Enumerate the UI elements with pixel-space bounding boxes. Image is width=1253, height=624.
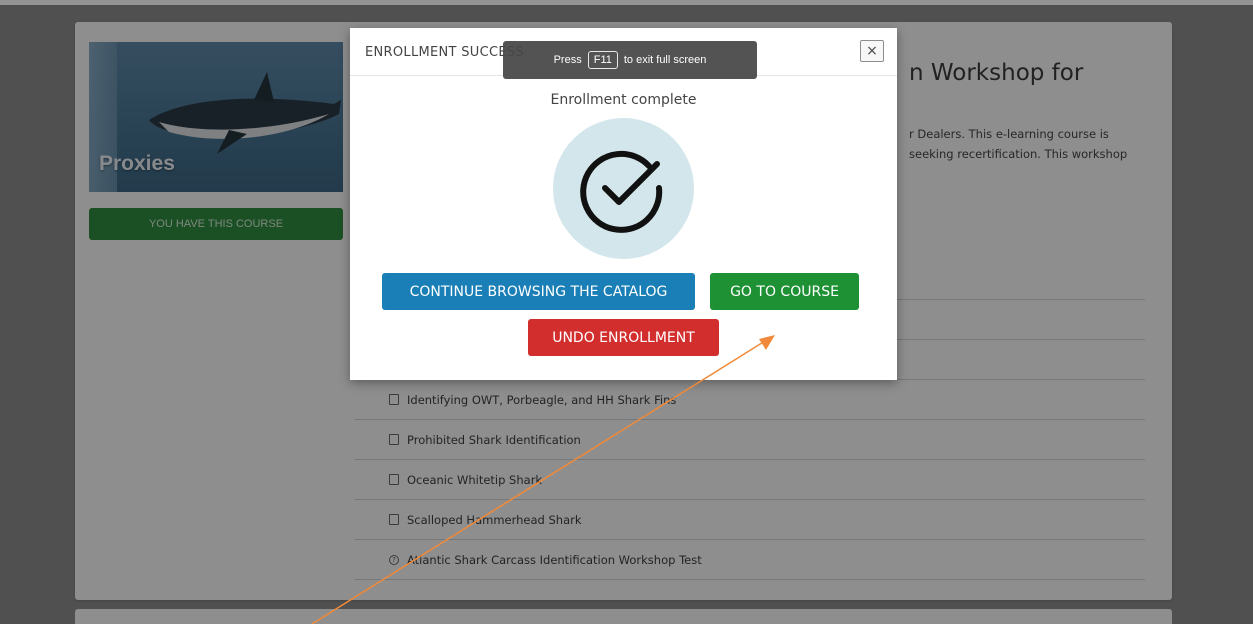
annotation-arrow xyxy=(311,335,775,624)
